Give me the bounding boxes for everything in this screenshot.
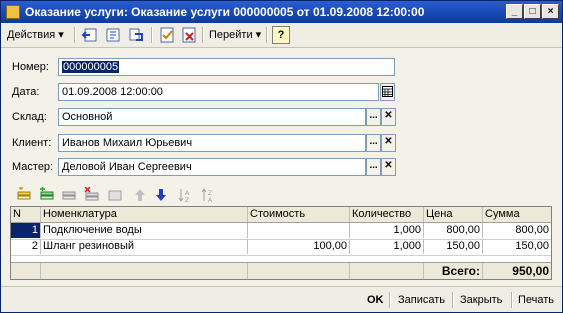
document-window: Оказание услуги: Оказание услуги 0000000… <box>0 0 563 313</box>
total-label: Всего: <box>424 263 483 279</box>
post-icon[interactable] <box>158 26 176 44</box>
toolbar-separator <box>74 27 76 43</box>
col-header-qty[interactable]: Количество <box>350 207 424 222</box>
col-header-n[interactable]: N <box>11 207 41 222</box>
table-row[interactable]: 1 Подключение воды 1,000 800,00 800,00 <box>11 223 551 240</box>
row-qty[interactable]: 1,000 <box>350 239 424 254</box>
row-qty[interactable]: 1,000 <box>350 223 424 238</box>
move-up-icon[interactable] <box>132 187 148 203</box>
warehouse-label: Склад: <box>12 111 47 123</box>
copy-row-icon[interactable] <box>39 187 55 203</box>
table-row[interactable]: 2 Шланг резиновый 100,00 1,000 150,00 15… <box>11 239 551 256</box>
calendar-icon[interactable] <box>380 83 395 101</box>
row-item[interactable]: Шланг резиновый <box>41 239 248 254</box>
footer-cell <box>41 263 248 279</box>
number-field[interactable]: 000000005 <box>58 58 395 76</box>
minimize-button[interactable]: _ <box>506 4 523 19</box>
master-clear-icon[interactable]: ✕ <box>381 158 396 176</box>
toolbar-separator <box>202 27 204 43</box>
col-header-cost[interactable]: Стоимость <box>248 207 350 222</box>
actions-menu-label: Действия <box>7 29 56 41</box>
footer-cell <box>350 263 424 279</box>
save-button[interactable]: Записать <box>398 292 445 308</box>
delete-row-icon[interactable] <box>84 186 100 203</box>
main-toolbar: Действия ▾ Перейти ▾ ? <box>1 23 562 48</box>
chevron-down-icon: ▾ <box>255 29 262 41</box>
row-sum[interactable]: 800,00 <box>483 223 551 238</box>
footer-cell <box>11 263 41 279</box>
bottom-bar: OK Записать Закрыть Печать <box>1 286 562 312</box>
goto-menu[interactable]: Перейти ▾ <box>209 26 261 44</box>
svg-text:A: A <box>208 197 213 203</box>
sort-asc-icon[interactable]: AZ <box>177 187 193 204</box>
back-icon[interactable] <box>81 26 99 44</box>
actions-menu[interactable]: Действия ▾ <box>7 26 64 44</box>
col-header-price[interactable]: Цена <box>424 207 483 222</box>
table-header: N Номенклатура Стоимость Количество Цена… <box>11 207 551 223</box>
toolbar-separator <box>151 27 153 43</box>
structure-icon[interactable] <box>104 26 122 44</box>
master-select-icon[interactable]: ... <box>366 158 381 176</box>
row-item[interactable]: Подключение воды <box>41 223 248 238</box>
footer-cell <box>248 263 350 279</box>
add-row-icon[interactable] <box>16 186 32 203</box>
items-table: N Номенклатура Стоимость Количество Цена… <box>10 206 552 280</box>
row-cost[interactable]: 100,00 <box>248 239 350 254</box>
toolbar-separator <box>266 27 268 43</box>
maximize-button[interactable]: □ <box>524 4 541 19</box>
print-button[interactable]: Печать <box>518 292 554 308</box>
warehouse-select-icon[interactable]: ... <box>366 108 381 126</box>
help-icon[interactable]: ? <box>272 26 290 44</box>
date-label: Дата: <box>12 86 40 98</box>
app-icon <box>6 5 20 19</box>
client-select-icon[interactable]: ... <box>366 134 381 152</box>
edit-row-icon[interactable] <box>61 187 77 203</box>
date-field[interactable]: 01.09.2008 12:00:00 <box>58 83 379 101</box>
svg-text:Z: Z <box>208 190 212 197</box>
end-edit-icon[interactable] <box>107 187 123 203</box>
button-separator <box>389 292 391 308</box>
window-title: Оказание услуги: Оказание услуги 0000000… <box>25 5 425 19</box>
close-button[interactable]: Закрыть <box>460 292 502 308</box>
ok-button[interactable]: OK <box>367 292 384 308</box>
warehouse-clear-icon[interactable]: ✕ <box>381 108 396 126</box>
warehouse-field[interactable]: Основной <box>58 108 366 126</box>
svg-text:Z: Z <box>185 197 189 203</box>
unpost-icon[interactable] <box>180 26 198 44</box>
row-number: 2 <box>11 239 41 254</box>
master-label: Мастер: <box>12 161 54 173</box>
master-field[interactable]: Деловой Иван Сергеевич <box>58 158 366 176</box>
total-value: 950,00 <box>512 264 549 278</box>
row-cost[interactable] <box>248 223 350 238</box>
refresh-icon[interactable] <box>127 26 145 44</box>
client-label: Клиент: <box>12 137 52 149</box>
number-value: 000000005 <box>62 61 120 73</box>
row-price[interactable]: 800,00 <box>424 223 483 238</box>
title-bar: Оказание услуги: Оказание услуги 0000000… <box>1 1 562 23</box>
svg-text:A: A <box>185 190 190 197</box>
close-window-button[interactable]: × <box>542 4 559 19</box>
button-separator <box>511 292 513 308</box>
row-sum[interactable]: 150,00 <box>483 239 551 254</box>
row-number: 1 <box>11 223 41 238</box>
col-header-item[interactable]: Номенклатура <box>41 207 248 222</box>
number-label: Номер: <box>12 61 49 73</box>
chevron-down-icon: ▾ <box>58 29 64 41</box>
goto-menu-label: Перейти <box>209 29 253 41</box>
client-field[interactable]: Иванов Михаил Юрьевич <box>58 134 366 152</box>
table-footer: Всего: 950,00 <box>11 262 551 279</box>
row-price[interactable]: 150,00 <box>424 239 483 254</box>
client-clear-icon[interactable]: ✕ <box>381 134 396 152</box>
move-down-icon[interactable] <box>153 187 169 203</box>
button-separator <box>452 292 454 308</box>
sort-desc-icon[interactable]: ZA <box>200 187 216 204</box>
col-header-sum[interactable]: Сумма <box>483 207 551 222</box>
